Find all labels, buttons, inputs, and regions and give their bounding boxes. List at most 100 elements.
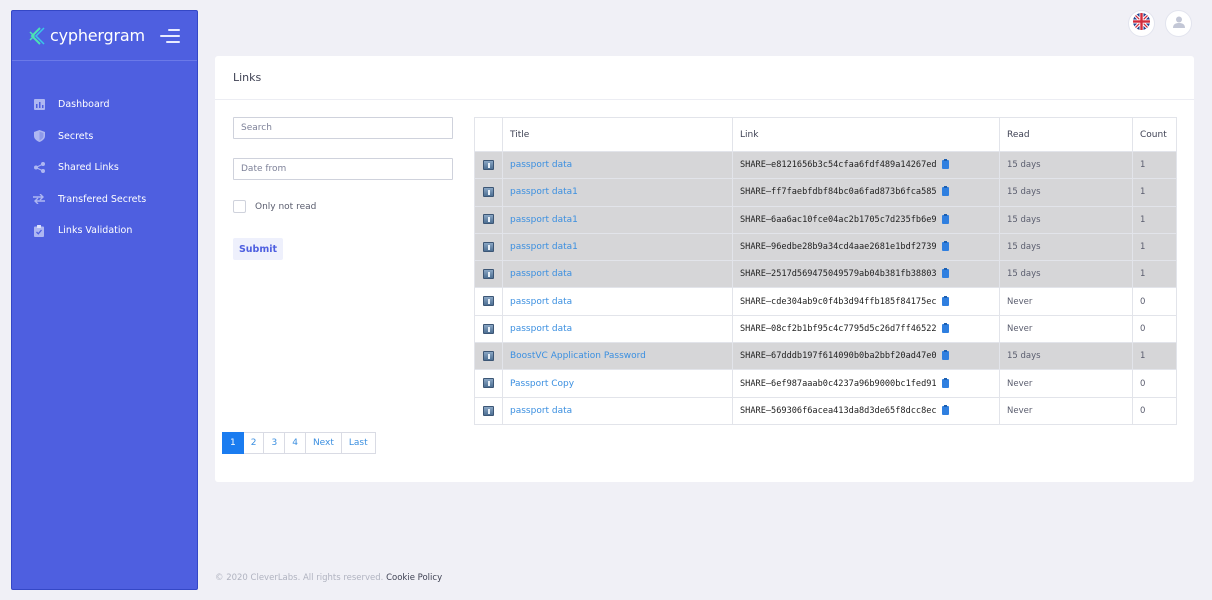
sidebar-item-label: Secrets <box>58 130 94 142</box>
copy-clipboard-icon[interactable] <box>941 322 949 333</box>
link-cell: SHARE—ff7faebfdbf84bc0a6fad873b6fca585 <box>732 178 1000 207</box>
sidebar-item-secrets[interactable]: Secrets <box>12 121 197 153</box>
title-link[interactable]: passport data1 <box>510 215 578 225</box>
title-cell: BoostVC Application Password <box>502 342 733 371</box>
share-link-code: SHARE—67dddb197f614090b0ba2bbf20ad47e0 <box>740 351 937 362</box>
info-icon[interactable] <box>483 241 494 252</box>
read-cell: Never <box>999 396 1133 425</box>
brand-name[interactable]: cyphergram <box>50 26 145 45</box>
table-header-row: Title Link Read Count <box>474 117 1177 152</box>
info-icon[interactable] <box>483 323 494 334</box>
page-title: Links <box>233 71 262 84</box>
table-row: BoostVC Application Password SHARE—67dddb… <box>474 342 1177 371</box>
clipboard-check-icon <box>33 224 45 237</box>
search-input[interactable] <box>233 117 453 139</box>
page-button-3[interactable]: 3 <box>264 432 286 454</box>
info-icon[interactable] <box>483 405 494 416</box>
title-cell: passport data1 <box>502 232 733 262</box>
count-cell: 1 <box>1132 178 1177 207</box>
links-table: Title Link Read Count passport data SHARE… <box>474 117 1177 425</box>
language-button[interactable] <box>1128 10 1155 37</box>
title-link[interactable]: passport data <box>510 406 572 416</box>
copy-clipboard-icon[interactable] <box>941 268 949 279</box>
info-icon[interactable] <box>483 214 494 225</box>
sidebar-item-shared-links[interactable]: Shared Links <box>12 152 197 184</box>
read-cell: 15 days <box>999 232 1133 262</box>
link-cell: SHARE—6ef987aaab0c4237a96b9000bc1fed91 <box>732 369 1000 398</box>
row-icon-cell <box>474 314 503 344</box>
info-icon[interactable] <box>483 296 494 307</box>
info-icon[interactable] <box>483 378 494 389</box>
copy-clipboard-icon[interactable] <box>941 377 949 388</box>
title-link[interactable]: passport data <box>510 269 572 279</box>
share-link-code: SHARE—569306f6acea413da8d3de65f8dcc8ec <box>740 405 937 416</box>
sidebar-item-links-validation[interactable]: Links Validation <box>12 215 197 247</box>
sidebar-item-dashboard[interactable]: Dashboard <box>12 89 197 121</box>
chart-icon <box>33 99 45 111</box>
count-cell: 1 <box>1132 205 1177 234</box>
share-link-code: SHARE—2517d569475049579ab04b381fb38803 <box>740 269 937 280</box>
page-button-4[interactable]: 4 <box>285 432 306 454</box>
count-cell: 0 <box>1132 314 1177 344</box>
date-from-input[interactable] <box>233 158 453 180</box>
count-cell: 0 <box>1132 396 1177 425</box>
copy-clipboard-icon[interactable] <box>941 404 949 415</box>
card-header: Links <box>215 56 1194 100</box>
title-cell: passport data <box>502 150 733 180</box>
title-link[interactable]: passport data <box>510 297 572 307</box>
page-button-last[interactable]: Last <box>341 432 376 454</box>
count-cell: 0 <box>1132 287 1177 316</box>
copy-clipboard-icon[interactable] <box>941 186 949 197</box>
info-icon[interactable] <box>483 159 494 170</box>
link-cell: SHARE—96edbe28b9a34cd4aae2681e1bdf2739 <box>732 232 1000 262</box>
user-avatar-button[interactable] <box>1165 10 1192 37</box>
info-icon[interactable] <box>483 350 494 361</box>
table-row: passport data1 SHARE—96edbe28b9a34cd4aae2… <box>474 232 1177 262</box>
menu-toggle-icon[interactable] <box>160 27 180 45</box>
link-column-header[interactable]: Link <box>732 117 1000 152</box>
count-cell: 1 <box>1132 150 1177 180</box>
page-button-1[interactable]: 1 <box>222 432 244 454</box>
title-cell: passport data1 <box>502 178 733 207</box>
row-icon-cell <box>474 342 503 371</box>
info-icon[interactable] <box>483 187 494 198</box>
title-link[interactable]: passport data1 <box>510 187 578 197</box>
share-icon <box>33 162 45 174</box>
sidebar-item-label: Dashboard <box>58 99 110 111</box>
info-icon[interactable] <box>483 269 494 280</box>
only-not-read-row: Only not read <box>233 200 316 213</box>
title-link[interactable]: passport data1 <box>510 242 578 252</box>
copy-clipboard-icon[interactable] <box>941 159 949 170</box>
page-button-2[interactable]: 2 <box>243 432 265 454</box>
copy-clipboard-icon[interactable] <box>941 350 949 361</box>
cookie-policy-link[interactable]: Cookie Policy <box>386 573 442 583</box>
brand-header: cyphergram <box>12 11 197 61</box>
link-cell: SHARE—cde304ab9c0f4b3d94ffb185f84175ec <box>732 287 1000 316</box>
title-column-header[interactable]: Title <box>502 117 733 152</box>
row-icon-cell <box>474 287 503 316</box>
title-link[interactable]: Passport Copy <box>510 379 574 389</box>
sidebar-nav: Dashboard Secrets Shared Links Transfere… <box>12 89 197 247</box>
share-link-code: SHARE—cde304ab9c0f4b3d94ffb185f84175ec <box>740 296 937 307</box>
sidebar-item-transfered-secrets[interactable]: Transfered Secrets <box>12 184 197 216</box>
read-cell: Never <box>999 369 1133 398</box>
copy-clipboard-icon[interactable] <box>941 213 949 224</box>
title-cell: passport data <box>502 314 733 344</box>
title-link[interactable]: BoostVC Application Password <box>510 351 646 361</box>
sidebar-item-label: Links Validation <box>58 225 133 237</box>
cyphergram-logo-icon[interactable] <box>28 26 48 46</box>
count-column-header[interactable]: Count <box>1132 117 1177 152</box>
read-cell: 15 days <box>999 260 1133 289</box>
only-not-read-checkbox[interactable] <box>233 200 246 213</box>
submit-button[interactable]: Submit <box>233 238 283 260</box>
title-link[interactable]: passport data <box>510 324 572 334</box>
read-column-header[interactable]: Read <box>999 117 1133 152</box>
title-cell: passport data <box>502 260 733 289</box>
title-link[interactable]: passport data <box>510 160 572 170</box>
page-button-next[interactable]: Next <box>305 432 342 454</box>
link-cell: SHARE—2517d569475049579ab04b381fb38803 <box>732 260 1000 289</box>
copy-clipboard-icon[interactable] <box>941 241 949 252</box>
title-cell: passport data <box>502 287 733 316</box>
copy-clipboard-icon[interactable] <box>941 295 949 306</box>
read-cell: Never <box>999 287 1133 316</box>
